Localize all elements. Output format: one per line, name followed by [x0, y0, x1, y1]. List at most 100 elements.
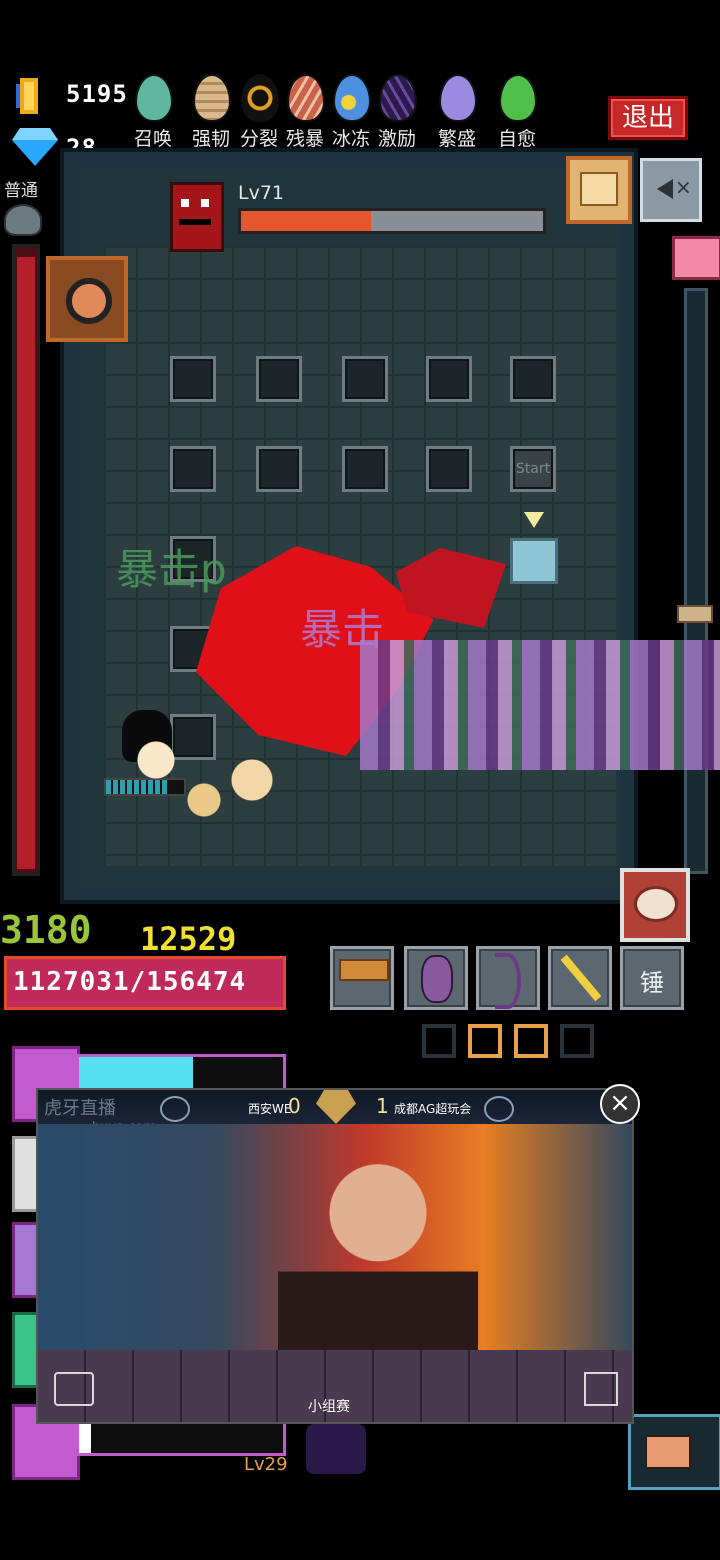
slot[interactable] [342, 356, 388, 402]
hero-ban-strip: 小组赛 [38, 1350, 632, 1422]
record-button[interactable] [628, 1414, 720, 1490]
rune-stone-icon [421, 955, 453, 1003]
stream-expand-icon[interactable] [584, 1372, 618, 1406]
slot[interactable] [256, 446, 302, 492]
yellow-damage-number: 12529 [140, 920, 237, 958]
weapon-bar: 锤 [330, 946, 690, 1016]
egg-label: 繁盛 [437, 128, 476, 150]
slot[interactable] [426, 356, 472, 402]
ring-icon [66, 278, 112, 324]
charge-bar [76, 1054, 286, 1092]
team-right-logo-icon [484, 1096, 514, 1122]
weapon-slot-bow[interactable] [476, 946, 540, 1010]
gold-coin-icon [16, 78, 38, 114]
hammer-icon [339, 959, 389, 981]
stream-header: 虎牙直播 西安WE 0 1 成都AG超玩会 [38, 1090, 632, 1124]
rage-bar [12, 244, 40, 876]
hammer-button-label: 锤 [640, 969, 664, 997]
slot[interactable] [510, 356, 556, 402]
treasure-chest-icon[interactable] [672, 236, 720, 280]
scroll-skill-button[interactable] [620, 868, 690, 942]
mute-button[interactable]: × [640, 158, 702, 222]
heal-egg-icon [499, 74, 537, 122]
speaker-mute-icon [657, 179, 673, 199]
gold-amount: 5195 [66, 80, 128, 108]
slot[interactable] [170, 446, 216, 492]
boss-portrait-icon[interactable] [170, 182, 224, 252]
boss-level: Lv71 [238, 182, 285, 204]
egg-tough[interactable]: 强韧 [188, 74, 234, 154]
freeze-egg-icon [333, 74, 371, 122]
team-left-name: 西安WE [248, 1102, 292, 1116]
map-icon [580, 172, 618, 206]
split-egg-icon [241, 74, 279, 122]
diamond-icon [12, 128, 58, 166]
difficulty-label: 普通 [4, 181, 38, 201]
page-dot[interactable] [560, 1024, 594, 1058]
ghost-spawner-icon [510, 538, 558, 584]
stream-pip[interactable]: 虎牙直播 西安WE 0 1 成都AG超玩会 huya.com 小组赛 [36, 1088, 634, 1424]
difficulty-badge-icon [4, 204, 42, 236]
stream-volume-icon[interactable] [54, 1372, 94, 1406]
weapon-slot-rune[interactable] [404, 946, 468, 1010]
map-scroll-button[interactable] [566, 156, 632, 224]
trophy-icon [316, 1090, 356, 1124]
damage-total-bar: 1127031/156474 [4, 956, 286, 1010]
combat-text-2: 暴击 [300, 605, 385, 654]
hammer-forge-button[interactable]: 锤 [620, 946, 684, 1010]
inspire-egg-icon [379, 74, 417, 122]
rage-bar-fill [17, 257, 35, 869]
team-left-score: 0 [288, 1094, 301, 1118]
ring-item-button[interactable] [46, 256, 128, 342]
team-right-score: 1 [376, 1094, 389, 1118]
egg-heal[interactable]: 自愈 [494, 74, 540, 154]
egg-summon[interactable]: 召唤 [130, 74, 176, 154]
slot[interactable] [256, 356, 302, 402]
egg-bar: 召唤 强韧 分裂 残暴 冰冻 激励 繁盛 自愈 [130, 74, 550, 154]
gold-counter: 5195 [14, 74, 134, 118]
team-right-name: 成都AG超玩会 [394, 1102, 472, 1116]
egg-prosper[interactable]: 繁盛 [434, 74, 480, 154]
damage-total: 1127031/156474 [13, 967, 247, 997]
egg-inspire[interactable]: 激励 [374, 74, 420, 154]
egg-label: 自愈 [497, 128, 536, 150]
purple-effect [360, 640, 720, 770]
player-level: Lv29 [244, 1454, 288, 1475]
start-label: Start [515, 461, 551, 477]
stream-video-frame [38, 1124, 632, 1350]
tough-egg-icon [193, 74, 231, 122]
page-dot[interactable] [422, 1024, 456, 1058]
camera-icon [645, 1435, 691, 1469]
exit-button[interactable]: 退出 [608, 96, 688, 140]
start-slot[interactable]: Start [510, 446, 556, 492]
slot[interactable] [426, 446, 472, 492]
stream-banner-text: 小组赛 [308, 1399, 350, 1415]
stream-watermark: 虎牙直播 [44, 1098, 116, 1119]
weapon-slot-wand[interactable] [548, 946, 612, 1010]
boss-preview-icon [306, 1424, 366, 1474]
egg-label: 召唤 [133, 128, 172, 150]
bow-icon [495, 953, 521, 1009]
boss-hp-bar [238, 208, 546, 234]
close-icon[interactable]: × [600, 1084, 640, 1124]
combat-text-1: 暴击p [116, 545, 227, 594]
brutal-egg-icon [287, 74, 325, 122]
caster-figure [278, 1154, 478, 1350]
weapon-slot-hammer[interactable] [330, 946, 394, 1010]
boss-hp-fill [241, 211, 371, 231]
prosper-egg-icon [439, 74, 477, 122]
page-dot-active[interactable] [468, 1024, 502, 1058]
egg-label: 激励 [377, 128, 416, 150]
zoom-slider[interactable] [677, 288, 713, 874]
zoom-slider-handle[interactable] [677, 605, 713, 623]
page-dot-active[interactable] [514, 1024, 548, 1058]
xp-bar [76, 1420, 286, 1456]
explosion-debris [84, 720, 324, 820]
team-left-logo-icon [160, 1096, 190, 1122]
magic-wand-icon [560, 954, 602, 1002]
summon-egg-icon [135, 74, 173, 122]
slot[interactable] [170, 356, 216, 402]
slot[interactable] [342, 446, 388, 492]
page-indicator [422, 1024, 594, 1058]
green-damage-number: 3180 [0, 908, 92, 952]
